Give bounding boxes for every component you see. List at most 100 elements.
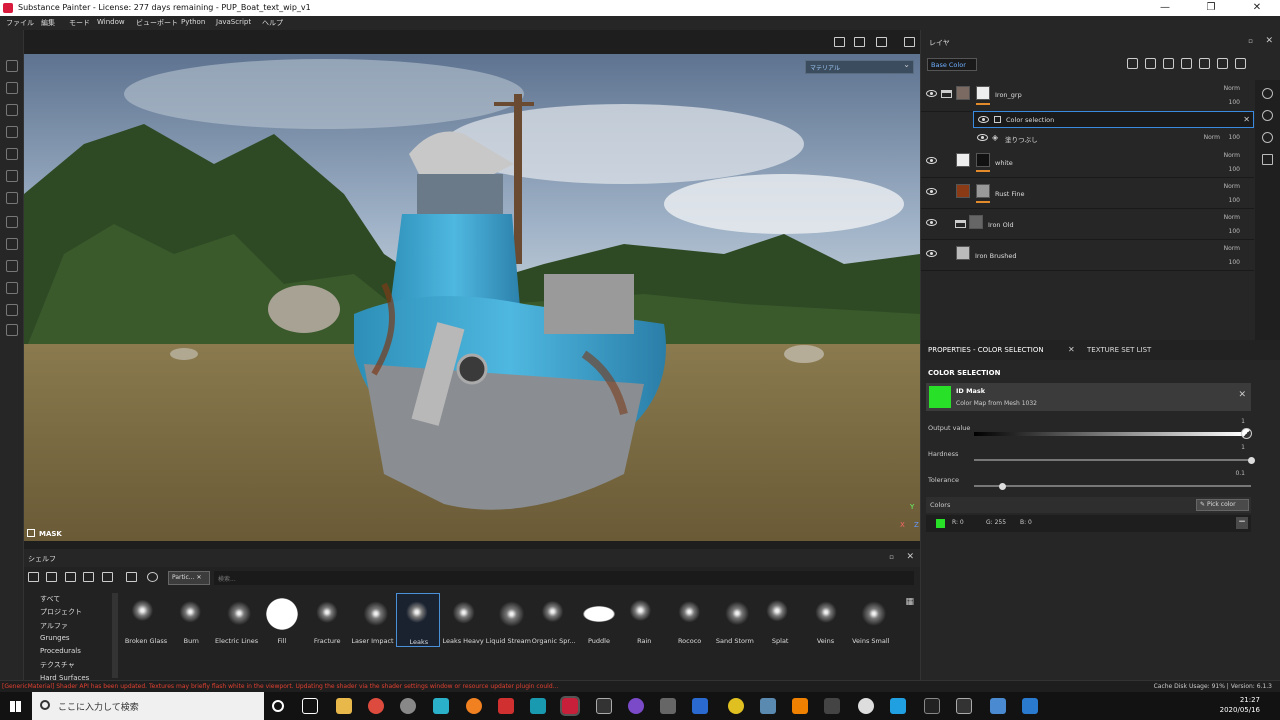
- category-procedurals[interactable]: Procedurals: [40, 647, 110, 660]
- mudbox-icon[interactable]: [530, 698, 546, 714]
- checkbox-icon[interactable]: [994, 116, 1001, 123]
- log-tab-icon[interactable]: [1262, 154, 1273, 165]
- menu-javascript[interactable]: JavaScript: [216, 18, 251, 26]
- color-swatch[interactable]: [936, 519, 945, 528]
- photos-icon[interactable]: [1022, 698, 1038, 714]
- brush-item[interactable]: Leaks Heavy: [441, 593, 485, 647]
- brush-item[interactable]: Veins: [804, 593, 848, 647]
- layers-tab-icon[interactable]: [1262, 88, 1273, 99]
- eye-icon[interactable]: [926, 219, 937, 226]
- new-shelf-icon[interactable]: [46, 572, 57, 582]
- folder-icon[interactable]: [28, 572, 39, 582]
- eye-icon[interactable]: [978, 116, 989, 123]
- brush-item[interactable]: Electric Lines: [215, 593, 259, 647]
- settings-icon[interactable]: [6, 216, 18, 228]
- paint-brush-icon[interactable]: [6, 60, 18, 72]
- color-picker-icon[interactable]: [6, 192, 18, 204]
- layers-close-icon[interactable]: ✕: [1265, 36, 1273, 46]
- vlc-icon[interactable]: [792, 698, 808, 714]
- id-mask-remove-icon[interactable]: ✕: [1238, 390, 1246, 400]
- shader-tab-icon[interactable]: [1262, 110, 1273, 121]
- blend-mode-dropdown[interactable]: Norm: [1224, 214, 1240, 221]
- archive-icon[interactable]: [65, 572, 76, 582]
- output-value-number[interactable]: 1: [1241, 418, 1245, 425]
- blend-mode-dropdown[interactable]: Norm: [1224, 245, 1240, 252]
- file-explorer-icon[interactable]: [336, 698, 352, 714]
- task-view-icon[interactable]: [302, 698, 318, 714]
- brush-item[interactable]: Burn: [169, 593, 213, 647]
- eye-icon[interactable]: [926, 188, 937, 195]
- taskbar-search-input[interactable]: ここに入力して検索: [32, 692, 264, 720]
- hide-icon[interactable]: [83, 572, 94, 582]
- substance-designer-icon[interactable]: [596, 698, 612, 714]
- add-layer-icon[interactable]: [1163, 58, 1174, 69]
- menu-python[interactable]: Python: [181, 18, 205, 26]
- material-dropdown[interactable]: マテリアル: [805, 60, 914, 74]
- menu-help[interactable]: ヘルプ: [262, 18, 283, 28]
- tolerance-knob[interactable]: [998, 483, 1006, 490]
- app-icon-purple[interactable]: [628, 698, 644, 714]
- projection-icon[interactable]: [6, 104, 18, 116]
- blend-mode-dropdown[interactable]: Norm: [1224, 152, 1240, 159]
- opacity-value[interactable]: 100: [1229, 99, 1240, 106]
- add-effect-icon[interactable]: [1145, 58, 1156, 69]
- shelf-close-icon[interactable]: ✕: [906, 552, 914, 562]
- color-picker-icon[interactable]: [1241, 428, 1252, 439]
- category-project[interactable]: プロジェクト: [40, 607, 110, 620]
- tab-texture-set-list[interactable]: TEXTURE SET LIST: [1087, 346, 1151, 354]
- app-icon-blue[interactable]: [692, 698, 708, 714]
- hardness-slider[interactable]: [974, 459, 1251, 461]
- brush-item[interactable]: Sand Storm: [713, 593, 757, 647]
- layer-iron-old[interactable]: Iron Old Norm 100: [921, 209, 1254, 240]
- brush-item[interactable]: Liquid Stream: [486, 593, 531, 647]
- brush-item[interactable]: Puddle: [577, 593, 621, 647]
- export-icon[interactable]: [6, 304, 18, 316]
- hardness-knob[interactable]: [1248, 457, 1255, 464]
- clone-icon[interactable]: [6, 170, 18, 182]
- refresh-icon[interactable]: [147, 572, 158, 582]
- eye-icon[interactable]: [926, 90, 937, 97]
- category-textures[interactable]: テクスチャ: [40, 660, 110, 673]
- layer-iron-brushed[interactable]: Iron Brushed Norm 100: [921, 240, 1254, 271]
- shelf-search-input[interactable]: 検索...: [214, 571, 914, 585]
- opacity-value[interactable]: 100: [1229, 228, 1240, 235]
- pick-color-button[interactable]: ✎ Pick color: [1196, 499, 1249, 511]
- brush-item[interactable]: Laser Impact: [351, 593, 395, 647]
- minimize-button[interactable]: —: [1142, 0, 1188, 16]
- tolerance-value[interactable]: 0.1: [1235, 470, 1245, 477]
- chrome-icon[interactable]: [368, 698, 384, 714]
- epic-games-icon[interactable]: [924, 698, 940, 714]
- app-icon-yellow[interactable]: [728, 698, 744, 714]
- maya-icon[interactable]: [433, 698, 449, 714]
- filter-tag-close-icon[interactable]: ✕: [196, 574, 201, 581]
- hardness-value[interactable]: 1: [1241, 444, 1245, 451]
- filter-tag[interactable]: Partic... ✕: [168, 571, 210, 585]
- app-icon-gray[interactable]: [824, 698, 840, 714]
- screenshot-icon[interactable]: [904, 37, 915, 47]
- channel-dropdown[interactable]: Base Color: [927, 58, 977, 71]
- brush-item[interactable]: Rain: [622, 593, 666, 647]
- layer-white[interactable]: white Norm 100: [921, 147, 1254, 178]
- layer-iron-grp[interactable]: Iron_grp Norm 100: [921, 80, 1254, 112]
- menu-file[interactable]: ファイル: [6, 18, 34, 28]
- opacity-value[interactable]: 100: [1229, 166, 1240, 173]
- brush-item[interactable]: Splat: [758, 593, 802, 647]
- eye-icon[interactable]: [926, 250, 937, 257]
- obs-icon[interactable]: [400, 698, 416, 714]
- menu-window[interactable]: Window: [97, 18, 125, 26]
- menu-edit[interactable]: 編集: [41, 18, 55, 28]
- system-clock[interactable]: 21:27 2020/05/16: [1220, 695, 1260, 715]
- remove-color-button[interactable]: −: [1236, 517, 1248, 529]
- layer-rust-fine[interactable]: Rust Fine Norm 100: [921, 178, 1254, 209]
- tab-close-icon[interactable]: ✕: [1068, 345, 1075, 354]
- id-mask-card[interactable]: ID Mask Color Map from Mesh 1032 ✕: [926, 383, 1251, 411]
- camera-icon[interactable]: [876, 37, 887, 47]
- brush-item[interactable]: Organic Spr...: [532, 593, 576, 647]
- bake-icon[interactable]: [6, 238, 18, 250]
- opacity-value[interactable]: 100: [1229, 134, 1240, 141]
- opacity-value[interactable]: 100: [1229, 197, 1240, 204]
- menu-viewport[interactable]: ビューポート: [136, 18, 178, 28]
- display-settings-icon[interactable]: [6, 260, 18, 272]
- add-fill-layer-icon[interactable]: [1181, 58, 1192, 69]
- brush-item[interactable]: Rococo: [668, 593, 712, 647]
